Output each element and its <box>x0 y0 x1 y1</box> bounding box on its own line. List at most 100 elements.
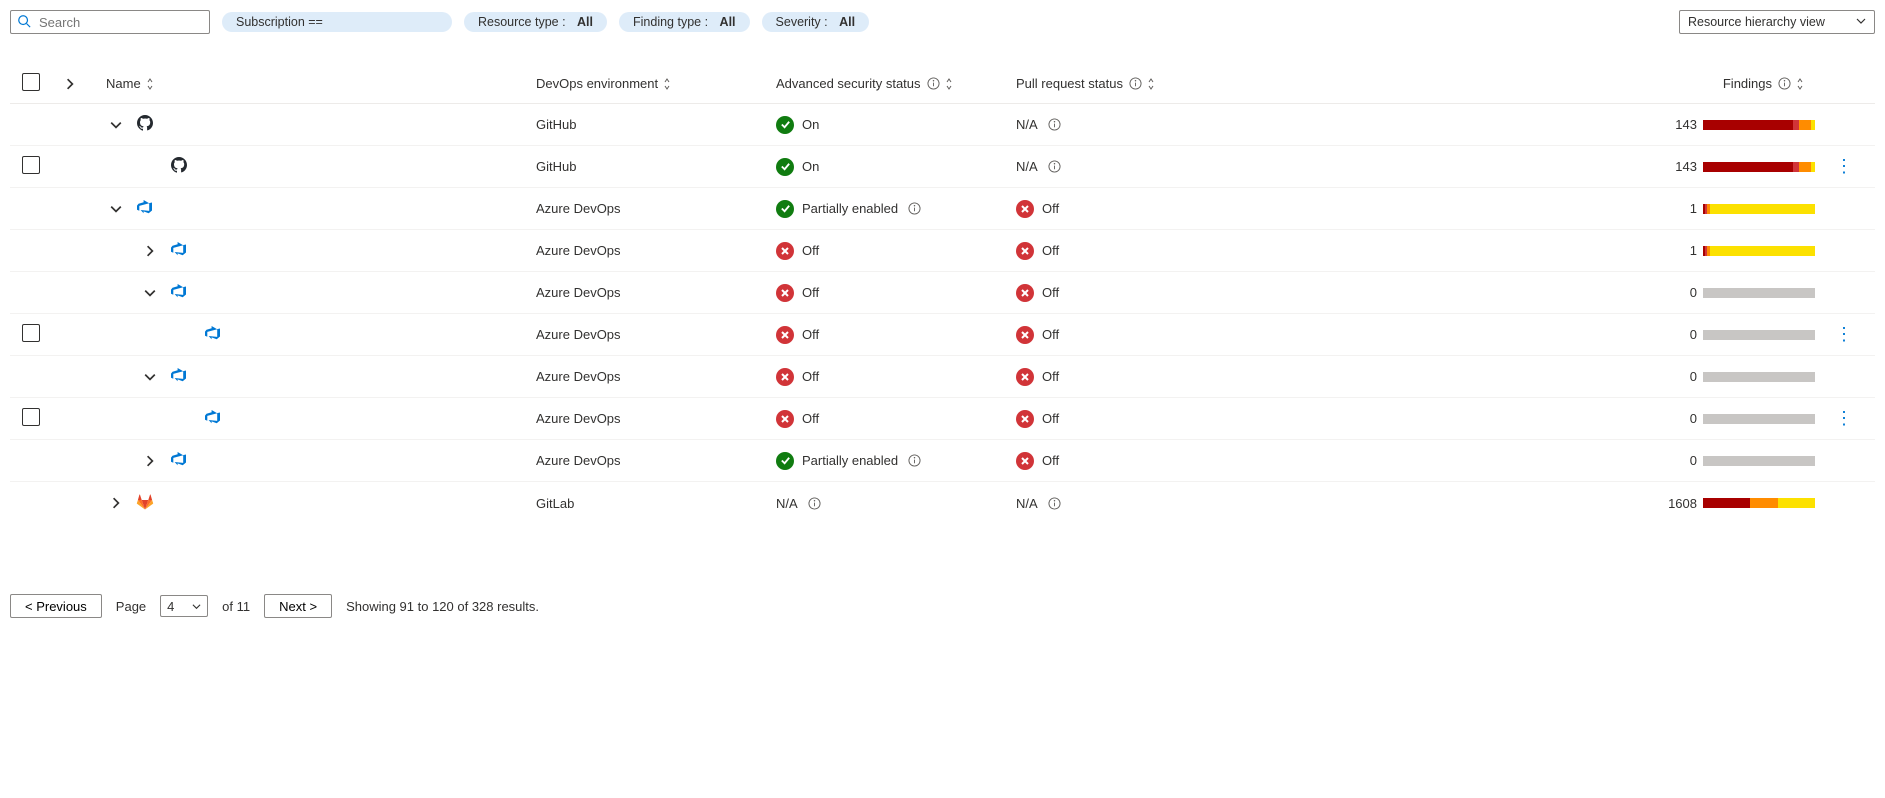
prev-button[interactable]: < Previous <box>10 594 102 618</box>
status-off: Off <box>1016 326 1256 344</box>
expand-row-button[interactable] <box>106 493 126 513</box>
row-more-button[interactable]: ⋮ <box>1835 156 1853 176</box>
info-icon[interactable] <box>927 77 940 90</box>
azuredevops-icon <box>170 366 188 387</box>
select-all-checkbox[interactable] <box>22 73 40 91</box>
info-icon[interactable] <box>908 202 921 215</box>
table-row[interactable]: Azure DevOps Partially enabled Off 1 <box>10 188 1875 230</box>
expand-all-button[interactable] <box>60 74 80 94</box>
row-checkbox[interactable] <box>22 156 40 174</box>
next-button[interactable]: Next > <box>264 594 332 618</box>
gitlab-icon <box>136 493 154 514</box>
filter-resource-type[interactable]: Resource type : All <box>464 12 607 32</box>
filter-bar: Subscription == Resource type : All Find… <box>10 10 1875 34</box>
status-na: N/A <box>1016 117 1256 132</box>
info-icon[interactable] <box>808 497 821 510</box>
findings-cell: 143 <box>1256 117 1835 132</box>
table-row[interactable]: Azure DevOps Off Off 0 <box>10 272 1875 314</box>
col-env[interactable]: DevOps environment <box>536 76 776 91</box>
findings-bar <box>1703 498 1815 508</box>
col-findings[interactable]: Findings <box>1256 76 1835 91</box>
page-dropdown[interactable]: 4 <box>160 595 208 617</box>
status-off: Off <box>1016 452 1256 470</box>
table-row[interactable]: Azure DevOps Partially enabled Off 0 <box>10 440 1875 482</box>
table-row[interactable]: Azure DevOps Off Off 0 <box>10 356 1875 398</box>
findings-cell: 0 <box>1256 453 1835 468</box>
filter-subscription[interactable]: Subscription == <box>222 12 452 32</box>
env-cell: GitHub <box>536 159 776 174</box>
table-row[interactable]: Azure DevOps Off Off 0⋮ <box>10 314 1875 356</box>
table-row[interactable]: GitLab N/A N/A 1608 <box>10 482 1875 524</box>
x-icon <box>1016 200 1034 218</box>
grid-header: Name DevOps environment Advanced securit… <box>10 64 1875 104</box>
findings-count: 0 <box>1661 369 1697 384</box>
expand-row-button[interactable] <box>106 115 126 135</box>
page-of: of 11 <box>222 599 250 614</box>
row-more-button[interactable]: ⋮ <box>1835 324 1853 344</box>
findings-cell: 0 <box>1256 285 1835 300</box>
findings-cell: 143 <box>1256 159 1835 174</box>
row-checkbox[interactable] <box>22 408 40 426</box>
check-icon <box>776 200 794 218</box>
findings-bar <box>1703 120 1815 130</box>
azuredevops-icon <box>170 240 188 261</box>
row-more-button[interactable]: ⋮ <box>1835 408 1853 428</box>
table-row[interactable]: Azure DevOps Off Off 1 <box>10 230 1875 272</box>
azuredevops-icon <box>204 324 222 345</box>
azuredevops-icon <box>204 408 222 429</box>
status-na: N/A <box>1016 496 1256 511</box>
x-icon <box>1016 368 1034 386</box>
info-icon[interactable] <box>1048 497 1061 510</box>
search-box[interactable] <box>10 10 210 34</box>
findings-count: 0 <box>1661 453 1697 468</box>
findings-count: 143 <box>1661 117 1697 132</box>
col-name[interactable]: Name <box>106 76 536 91</box>
env-cell: GitLab <box>536 496 776 511</box>
findings-cell: 1 <box>1256 201 1835 216</box>
check-icon <box>776 158 794 176</box>
info-icon[interactable] <box>1778 77 1791 90</box>
info-icon[interactable] <box>1129 77 1142 90</box>
sort-icon <box>662 78 672 90</box>
expand-row-button[interactable] <box>140 283 160 303</box>
findings-cell: 0 <box>1256 327 1835 342</box>
expand-row-button[interactable] <box>106 199 126 219</box>
search-input[interactable] <box>37 14 203 31</box>
findings-count: 1608 <box>1661 496 1697 511</box>
azuredevops-icon <box>170 282 188 303</box>
findings-bar <box>1703 456 1815 466</box>
info-icon[interactable] <box>1048 160 1061 173</box>
chevron-down-icon <box>1856 15 1866 29</box>
expand-row-button[interactable] <box>140 241 160 261</box>
findings-bar <box>1703 288 1815 298</box>
status-on: Partially enabled <box>776 452 1016 470</box>
env-cell: Azure DevOps <box>536 369 776 384</box>
results-grid: Name DevOps environment Advanced securit… <box>10 64 1875 524</box>
info-icon[interactable] <box>1048 118 1061 131</box>
row-checkbox[interactable] <box>22 324 40 342</box>
status-off: Off <box>1016 368 1256 386</box>
status-on: On <box>776 158 1016 176</box>
check-icon <box>776 116 794 134</box>
check-icon <box>776 452 794 470</box>
view-dropdown[interactable]: Resource hierarchy view <box>1679 10 1875 34</box>
findings-bar <box>1703 162 1815 172</box>
expand-row-button[interactable] <box>140 451 160 471</box>
findings-bar <box>1703 372 1815 382</box>
findings-cell: 1 <box>1256 243 1835 258</box>
table-row[interactable]: GitHub On N/A 143 <box>10 104 1875 146</box>
x-icon <box>776 284 794 302</box>
filter-finding-type[interactable]: Finding type : All <box>619 12 750 32</box>
table-row[interactable]: GitHub On N/A 143⋮ <box>10 146 1875 188</box>
expand-row-button[interactable] <box>140 367 160 387</box>
filter-severity[interactable]: Severity : All <box>762 12 870 32</box>
page-label: Page <box>116 599 146 614</box>
info-icon[interactable] <box>908 454 921 467</box>
table-row[interactable]: Azure DevOps Off Off 0⋮ <box>10 398 1875 440</box>
findings-cell: 1608 <box>1256 496 1835 511</box>
status-on: On <box>776 116 1016 134</box>
status-off: Off <box>776 326 1016 344</box>
col-security[interactable]: Advanced security status <box>776 76 1016 91</box>
col-pr[interactable]: Pull request status <box>1016 76 1256 91</box>
findings-bar <box>1703 414 1815 424</box>
